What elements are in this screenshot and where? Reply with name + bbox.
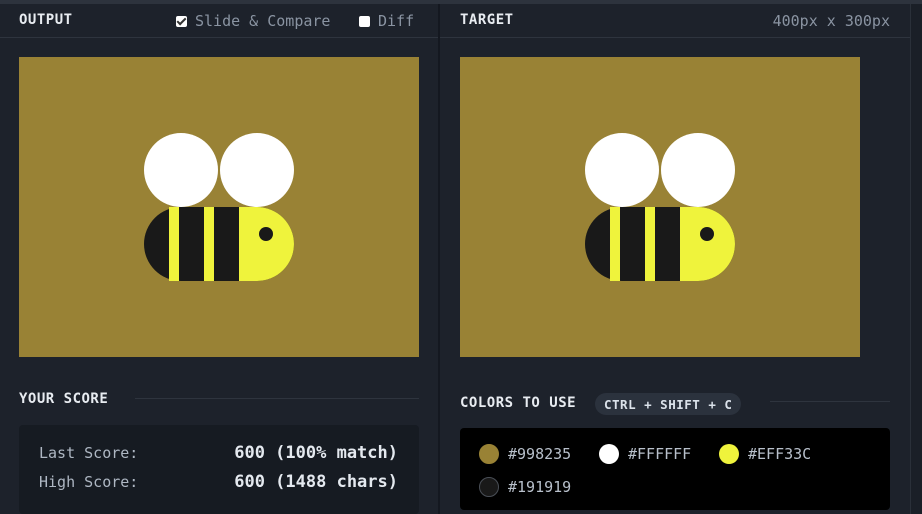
color-hex[interactable]: #EFF33C [748, 445, 811, 463]
target-header: TARGET 400px x 300px [440, 4, 910, 38]
slide-compare-toggle[interactable]: Slide & Compare [176, 12, 330, 30]
output-title: OUTPUT [19, 12, 73, 28]
colors-divider [770, 401, 890, 402]
score-card: Last Score: 600 (100% match) High Score:… [19, 425, 419, 514]
copy-colors-shortcut-badge: CTRL + SHIFT + C [595, 393, 742, 415]
output-header: OUTPUT Slide & Compare Diff [0, 4, 439, 38]
color-dot[interactable] [479, 477, 499, 497]
slide-compare-checkbox[interactable] [176, 15, 187, 27]
score-divider [135, 398, 419, 399]
color-hex[interactable]: #191919 [508, 478, 571, 496]
color-dot[interactable] [479, 444, 499, 464]
score-title: YOUR SCORE [19, 391, 109, 407]
target-canvas [460, 57, 860, 357]
color-dot[interactable] [719, 444, 739, 464]
color-swatch[interactable]: #EFF33C [719, 444, 811, 464]
output-panel: OUTPUT Slide & Compare Diff YOUR SCORE L… [0, 4, 439, 514]
color-dot[interactable] [599, 444, 619, 464]
scrollbar[interactable] [910, 4, 922, 514]
diff-toggle[interactable]: Diff [359, 12, 414, 30]
color-swatch[interactable]: #998235 [479, 444, 571, 464]
color-swatch[interactable]: #191919 [479, 477, 571, 497]
last-score-value: 600 (100% match) [234, 443, 398, 463]
color-palette: #998235 #FFFFFF #EFF33C #191919 [460, 428, 890, 510]
slide-compare-label[interactable]: Slide & Compare [195, 12, 330, 30]
target-bee-illustration [585, 133, 735, 281]
output-canvas[interactable] [19, 57, 419, 357]
output-bee-illustration [144, 133, 294, 281]
target-dimensions: 400px x 300px [772, 12, 890, 30]
diff-label[interactable]: Diff [378, 12, 414, 30]
target-panel: TARGET 400px x 300px COLORS TO USE CTRL … [440, 4, 910, 514]
high-score-label: High Score: [39, 473, 139, 491]
high-score-value: 600 (1488 chars) [234, 472, 398, 492]
target-title: TARGET [460, 12, 514, 28]
color-hex[interactable]: #998235 [508, 445, 571, 463]
last-score-label: Last Score: [39, 444, 139, 462]
diff-checkbox[interactable] [359, 15, 370, 27]
color-swatch[interactable]: #FFFFFF [599, 444, 691, 464]
color-hex[interactable]: #FFFFFF [628, 445, 691, 463]
colors-title: COLORS TO USE [460, 395, 577, 411]
